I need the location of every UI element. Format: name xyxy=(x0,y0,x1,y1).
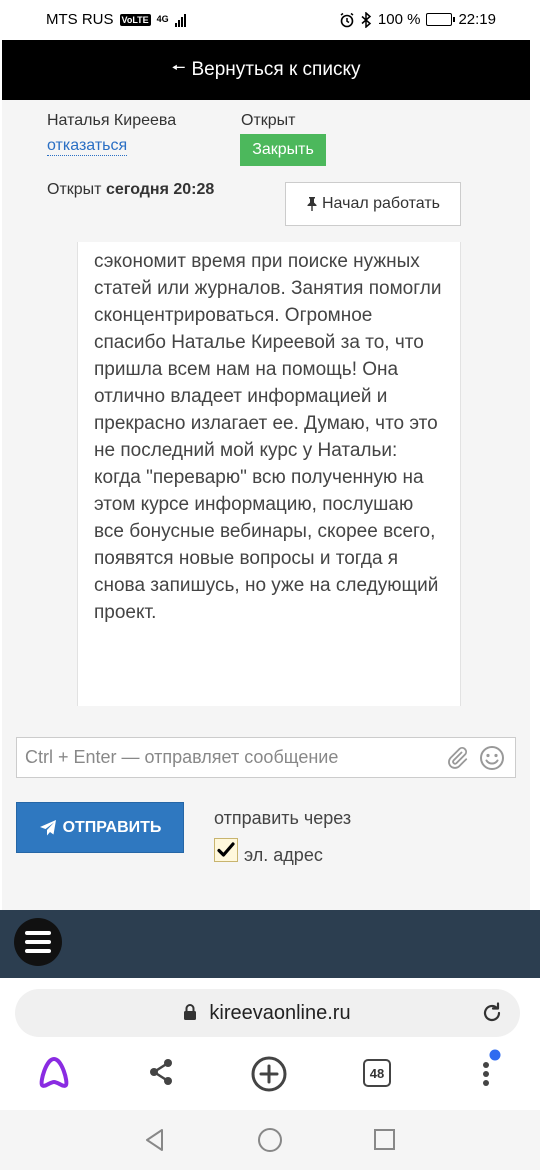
url-text: kireevaonline.ru xyxy=(209,1002,351,1024)
volte-badge: VoLTE xyxy=(119,13,151,26)
start-work-label: Начал работать xyxy=(322,195,440,212)
close-ticket-button[interactable]: Закрыть xyxy=(240,134,326,166)
message-input[interactable]: Ctrl + Enter — отправляет сообщение xyxy=(16,737,516,778)
bluetooth-icon xyxy=(361,11,372,28)
share-icon[interactable] xyxy=(146,1056,176,1093)
arrow-left-icon: 🠔 xyxy=(171,59,186,77)
paper-plane-icon xyxy=(39,819,56,835)
opened-prefix: Открыт xyxy=(47,181,102,198)
alice-assistant-icon[interactable] xyxy=(36,1056,72,1095)
compose-panel: Ctrl + Enter — отправляет сообщение ОТПР… xyxy=(2,706,530,910)
battery-icon xyxy=(426,13,456,26)
checkmark-icon xyxy=(217,842,235,857)
email-option-label: эл. адрес xyxy=(244,845,323,865)
clock: 22:19 xyxy=(458,11,496,28)
opened-timestamp: сегодня 20:28 xyxy=(105,181,215,198)
opened-time: Открыт сегодня 20:28 xyxy=(47,181,214,199)
menu-icon[interactable] xyxy=(14,918,62,966)
status-label: Открыт xyxy=(241,112,296,129)
paperclip-icon[interactable] xyxy=(445,746,469,770)
carrier-name: MTS RUS xyxy=(46,11,114,28)
new-tab-icon[interactable] xyxy=(250,1056,288,1099)
send-via-label: отправить через xyxy=(214,808,352,828)
recents-nav-icon[interactable] xyxy=(373,1128,397,1157)
tabs-button[interactable]: 48 xyxy=(363,1056,391,1087)
network-type: 4G xyxy=(156,14,169,24)
reload-icon[interactable] xyxy=(480,1001,504,1025)
browser-bar: kireevaonline.ru 48 xyxy=(0,978,540,1110)
tab-count: 48 xyxy=(363,1059,391,1087)
message-text: сэкономит время при поиске нужных статей… xyxy=(94,251,442,623)
site-nav-bar xyxy=(0,910,540,978)
status-bar: MTS RUS VoLTE 4G 100 % 22:19 xyxy=(0,0,540,40)
battery-percent: 100 % xyxy=(377,11,421,28)
smiley-icon[interactable] xyxy=(479,745,505,771)
system-nav-bar xyxy=(0,1110,540,1170)
alarm-icon xyxy=(340,12,354,27)
home-nav-icon[interactable] xyxy=(257,1128,283,1159)
back-label: Вернуться к списку xyxy=(191,59,361,80)
pin-icon xyxy=(307,197,317,211)
back-to-list-link[interactable]: 🠔 Вернуться к списку xyxy=(2,40,530,100)
message-input-placeholder: Ctrl + Enter — отправляет сообщение xyxy=(25,747,339,767)
ticket-header: Наталья Киреева отказаться Открыт Закрыт… xyxy=(2,100,530,242)
send-button[interactable]: ОТПРАВИТЬ xyxy=(16,802,184,853)
address-bar[interactable]: kireevaonline.ru xyxy=(15,989,520,1037)
message-card: сэкономит время при поиске нужных статей… xyxy=(77,242,461,706)
refuse-link[interactable]: отказаться xyxy=(47,137,128,156)
send-label: ОТПРАВИТЬ xyxy=(62,818,162,836)
page: 🠔 Вернуться к списку Наталья Киреева отк… xyxy=(0,40,540,910)
back-nav-icon[interactable] xyxy=(143,1128,167,1157)
assignee-name: Наталья Киреева xyxy=(47,112,177,129)
notification-dot-icon xyxy=(489,1048,501,1066)
start-work-button[interactable]: Начал работать xyxy=(285,182,461,226)
email-checkbox[interactable] xyxy=(214,838,238,862)
signal-icon xyxy=(174,13,186,27)
message-area: сэкономит время при поиске нужных статей… xyxy=(2,242,530,706)
